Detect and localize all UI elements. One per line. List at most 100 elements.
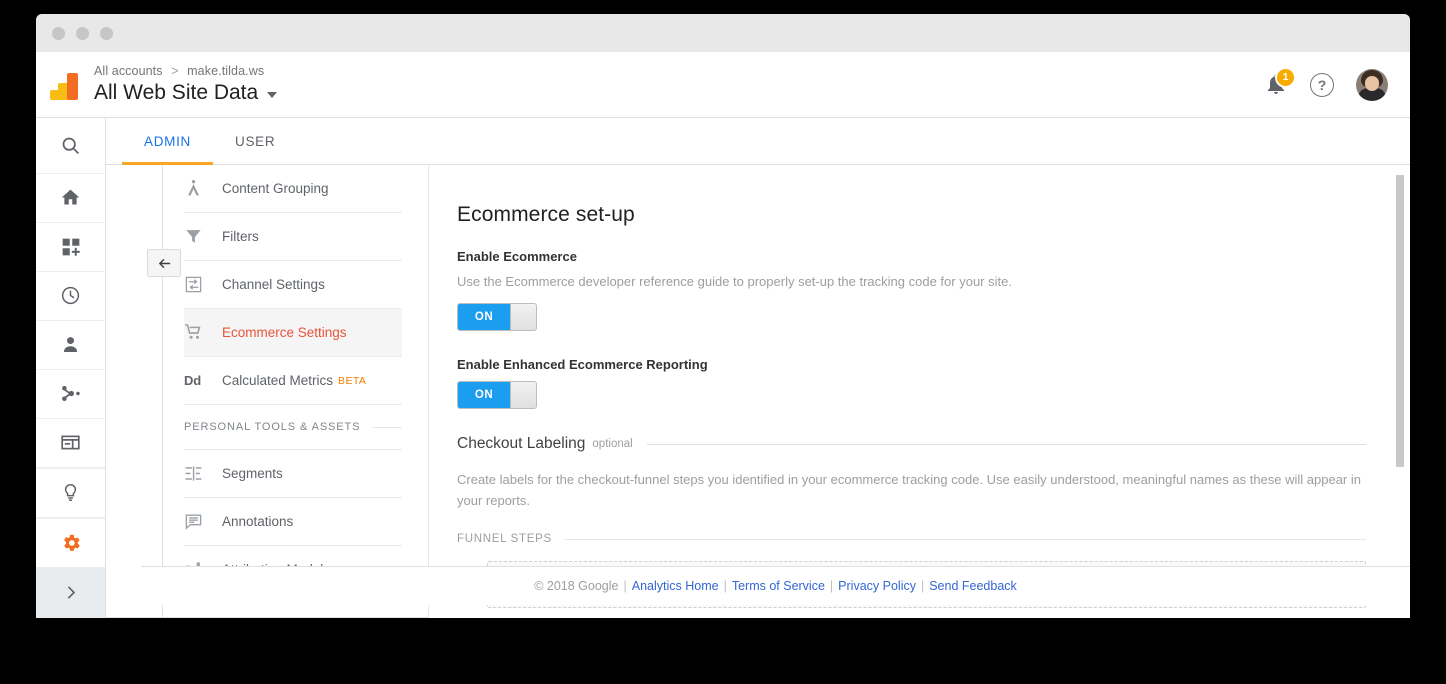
footer-link-send-feedback[interactable]: Send Feedback [929,579,1017,593]
main-page-title: Ecommerce set-up [457,203,635,226]
main-scrollbar-thumb[interactable] [1396,175,1404,467]
enable-ecommerce-toggle[interactable]: ON [457,303,537,331]
header-title-block: All accounts > make.tilda.ws All Web Sit… [94,63,278,107]
menu-item-filters[interactable]: Filters [184,213,402,261]
menu-item-label: Channel Settings [222,277,325,292]
panes: Content Grouping Filters Channel Setting… [106,165,1410,618]
menu-section-personal-tools: PERSONAL TOOLS & ASSETS [184,405,402,450]
notification-badge: 1 [1275,66,1296,88]
menu-item-label: Calculated Metrics [222,373,334,388]
enable-ecommerce-label: Enable Ecommerce [457,249,577,264]
avatar[interactable] [1356,68,1388,101]
menu-item-label: Segments [222,466,283,481]
enhanced-ecommerce-toggle[interactable]: ON [457,381,537,409]
footer-link-analytics-home[interactable]: Analytics Home [632,579,719,593]
footer-copyright: © 2018 Google [534,579,619,593]
footer-link-privacy-policy[interactable]: Privacy Policy [838,579,916,593]
menu-item-segments[interactable]: Segments [184,450,402,498]
collapse-menu-button[interactable] [147,249,181,277]
sidebar-item-behavior[interactable] [36,419,105,468]
sidebar-item-acquisition[interactable] [36,370,105,419]
page-title: All Web Site Data [94,80,259,104]
footer-separator: | [920,579,925,593]
subheader-rule [563,538,1366,540]
toggle-state-label: ON [458,382,510,408]
menu-item-label: Annotations [222,514,294,529]
gear-icon [63,534,80,551]
footer-link-terms-of-service[interactable]: Terms of Service [732,579,825,593]
menu-divider-line [162,165,163,618]
browser-window: All accounts > make.tilda.ws All Web Sit… [36,14,1410,618]
search-icon [62,137,79,154]
chevron-right-icon [67,586,76,599]
window-close-button[interactable] [52,26,65,40]
sidebar-item-home[interactable] [36,174,105,223]
breadcrumb-property[interactable]: make.tilda.ws [187,64,264,78]
tab-admin[interactable]: ADMIN [122,118,213,165]
tab-user-label: USER [235,133,276,149]
header-rule [646,443,1366,445]
sidebar-item-admin[interactable] [36,517,105,567]
footer-separator: | [829,579,834,593]
breadcrumb-separator: > [171,63,179,78]
left-rail [36,118,106,618]
tab-user[interactable]: USER [213,118,297,164]
page-footer: © 2018 Google | Analytics Home | Terms o… [141,566,1410,605]
footer-separator: | [623,579,627,593]
chevron-down-icon [267,91,278,98]
window-minimize-button[interactable] [76,26,89,40]
checkout-labeling-header: Checkout Labeling optional [457,435,1366,453]
sidebar-item-conversions[interactable] [36,467,105,518]
content-area: ADMIN USER Content Grouping Filters Chan… [106,118,1410,618]
menu-item-label: Content Grouping [222,181,329,196]
breadcrumb-all-accounts[interactable]: All accounts [94,64,163,78]
annotations-icon [184,512,222,531]
clock-icon [61,287,80,305]
window-layout-icon [61,435,80,450]
enable-ecommerce-description: Use the Ecommerce developer reference gu… [457,274,1012,289]
view-selector[interactable]: All Web Site Data [94,79,278,107]
breadcrumb: All accounts > make.tilda.ws [94,63,277,79]
notifications-button[interactable]: 1 [1264,66,1296,98]
sidebar-item-audience[interactable] [36,321,105,370]
filter-funnel-icon [184,227,222,246]
google-analytics-logo [50,70,80,100]
back-arrow-icon [158,258,170,268]
menu-item-content-grouping[interactable]: Content Grouping [184,165,402,213]
toggle-state-label: ON [458,304,510,330]
channel-settings-icon [184,275,222,294]
enhanced-ecommerce-label: Enable Enhanced Ecommerce Reporting [457,357,708,372]
menu-item-label: Filters [222,229,259,244]
menu-section-label: PERSONAL TOOLS & ASSETS [184,421,361,433]
menu-item-ecommerce-settings[interactable]: Ecommerce Settings [184,309,402,357]
sidebar-item-realtime[interactable] [36,272,105,321]
window-titlebar [36,14,1410,52]
section-rule [372,426,402,428]
rail-expand-button[interactable] [36,567,105,618]
checkout-labeling-description: Create labels for the checkout-funnel st… [457,472,1361,508]
help-circle-icon[interactable]: ? [1310,72,1334,97]
settings-menu: Content Grouping Filters Channel Setting… [184,165,402,594]
menu-item-annotations[interactable]: Annotations [184,498,402,546]
footer-separator: | [723,579,727,593]
toggle-knob [510,304,536,330]
admin-tabs: ADMIN USER [106,118,1410,165]
menu-item-calculated-metrics[interactable]: Dd Calculated Metrics BETA [184,357,402,405]
funnel-steps-label: FUNNEL STEPS [457,533,552,545]
person-icon [63,337,78,353]
sidebar-item-customization[interactable] [36,223,105,272]
menu-bottom-divider [106,617,428,618]
lightbulb-icon [64,484,77,502]
sidebar-item-search[interactable] [36,118,105,174]
share-network-icon [62,386,80,402]
checkout-labeling-optional: optional [592,438,633,450]
footer-wrap: © 2018 Google | Analytics Home | Terms o… [141,566,1410,605]
main-pane: Ecommerce set-up Enable Ecommerce Use th… [428,165,1410,618]
checkout-labeling-title: Checkout Labeling [457,435,586,452]
window-maximize-button[interactable] [100,26,113,40]
beta-badge: BETA [338,374,367,387]
shopping-cart-icon [184,323,222,342]
menu-item-label: Ecommerce Settings [222,325,347,340]
menu-item-channel-settings[interactable]: Channel Settings [184,261,402,309]
customization-icon [62,238,80,256]
